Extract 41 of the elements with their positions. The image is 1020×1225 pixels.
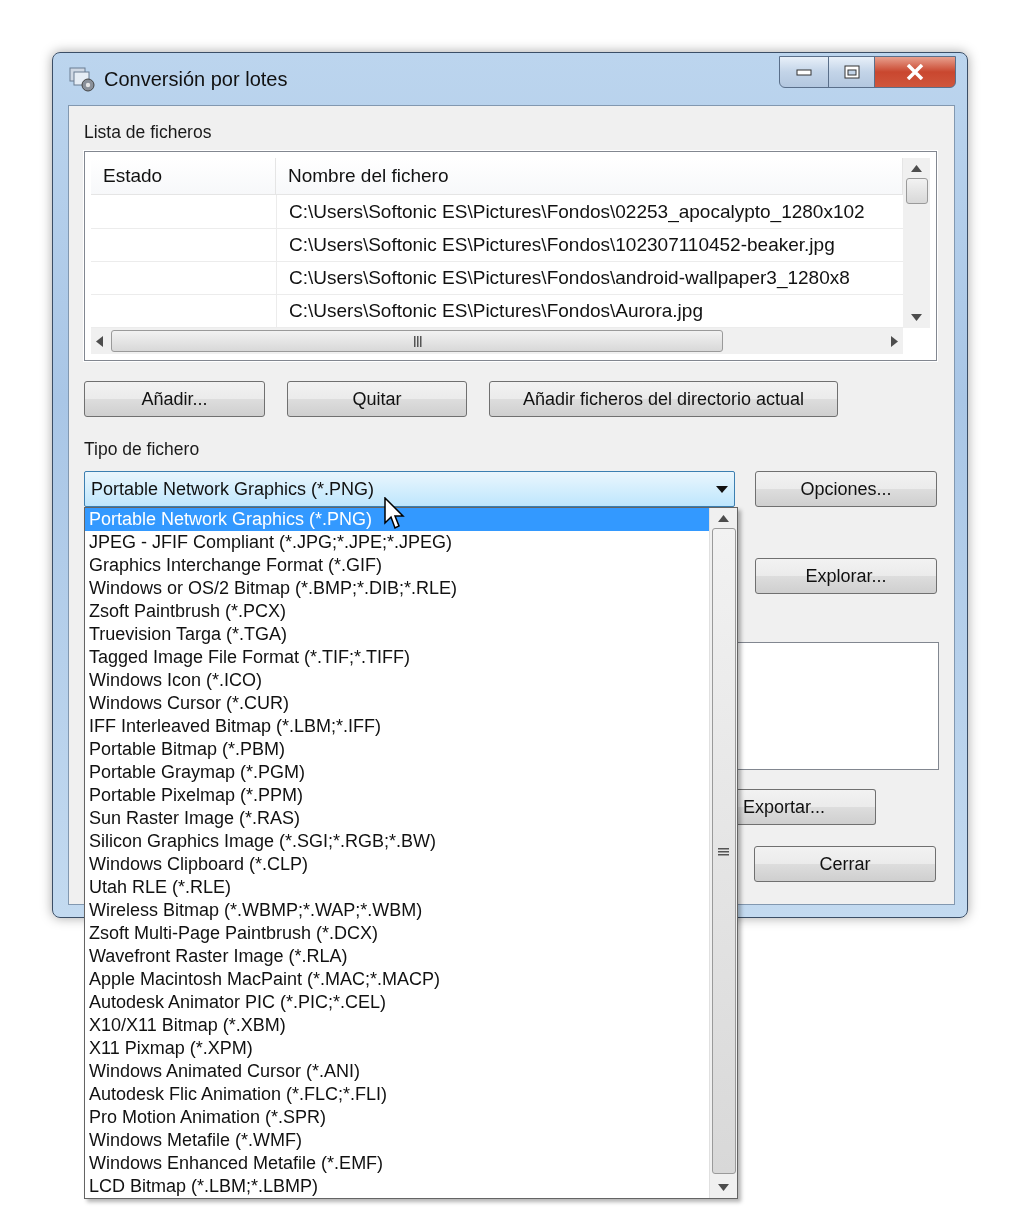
minimize-icon: [796, 68, 812, 76]
remove-button[interactable]: Quitar: [287, 381, 467, 417]
grip-icon: [718, 846, 729, 856]
scrollbar-thumb[interactable]: [905, 178, 928, 204]
dropdown-arrow-icon: [716, 485, 728, 493]
minimize-button[interactable]: [779, 56, 829, 88]
text-area[interactable]: [737, 642, 939, 770]
vertical-scrollbar[interactable]: [903, 158, 930, 328]
maximize-icon: [843, 65, 860, 79]
add-directory-button[interactable]: Añadir ficheros del directorio actual: [489, 381, 838, 417]
close-button[interactable]: [874, 56, 956, 88]
file-type-label: Tipo de fichero: [84, 439, 201, 460]
scroll-left-icon[interactable]: [95, 335, 103, 347]
window-title: Conversión por lotes: [104, 67, 288, 91]
scrollbar-thumb[interactable]: [711, 528, 736, 1174]
horizontal-scrollbar[interactable]: [91, 328, 903, 354]
scroll-down-icon[interactable]: [718, 1184, 729, 1192]
options-button[interactable]: Opciones...: [755, 471, 937, 507]
file-list-label: Lista de ficheros: [84, 122, 213, 143]
file-path-cell[interactable]: C:\Users\Softonic ES\Pictures\Fondos\Aurora.jpg: [277, 294, 703, 327]
close-dialog-button[interactable]: Cerrar: [754, 846, 936, 882]
column-header[interactable]: Nombre del fichero: [276, 158, 903, 195]
file-type-dropdown[interactable]: Portable Network Graphics (*.PNG): [84, 471, 735, 507]
scrollbar-thumb[interactable]: [111, 330, 723, 352]
close-icon: [905, 64, 925, 80]
grip-icon: [412, 335, 422, 347]
file-path-cell[interactable]: C:\Users\Softonic ES\Pictures\Fondos\android-wallpaper3_1280x8: [277, 261, 850, 294]
file-type-option[interactable]: LCD Bitmap (*.LBM;*.LBMP): [85, 1175, 709, 1198]
scroll-up-icon[interactable]: [718, 514, 729, 522]
export-button[interactable]: Exportar...: [737, 789, 876, 825]
add-button[interactable]: Añadir...: [84, 381, 265, 417]
scroll-up-icon[interactable]: [911, 164, 922, 172]
scroll-right-icon[interactable]: [891, 335, 899, 347]
file-path-cell[interactable]: C:\Users\Softonic ES\Pictures\Fondos\102307110452-beaker.jpg: [277, 228, 835, 261]
app-icon: [68, 65, 96, 93]
file-path-cell[interactable]: C:\Users\Softonic ES\Pictures\Fondos\02253_apocalypto_1280x102: [277, 195, 865, 228]
column-header[interactable]: Estado: [91, 158, 276, 195]
vertical-scrollbar[interactable]: [709, 508, 737, 1198]
maximize-button[interactable]: [828, 56, 875, 88]
browse-button[interactable]: Explorar...: [755, 558, 937, 594]
scroll-down-icon[interactable]: [911, 314, 922, 322]
